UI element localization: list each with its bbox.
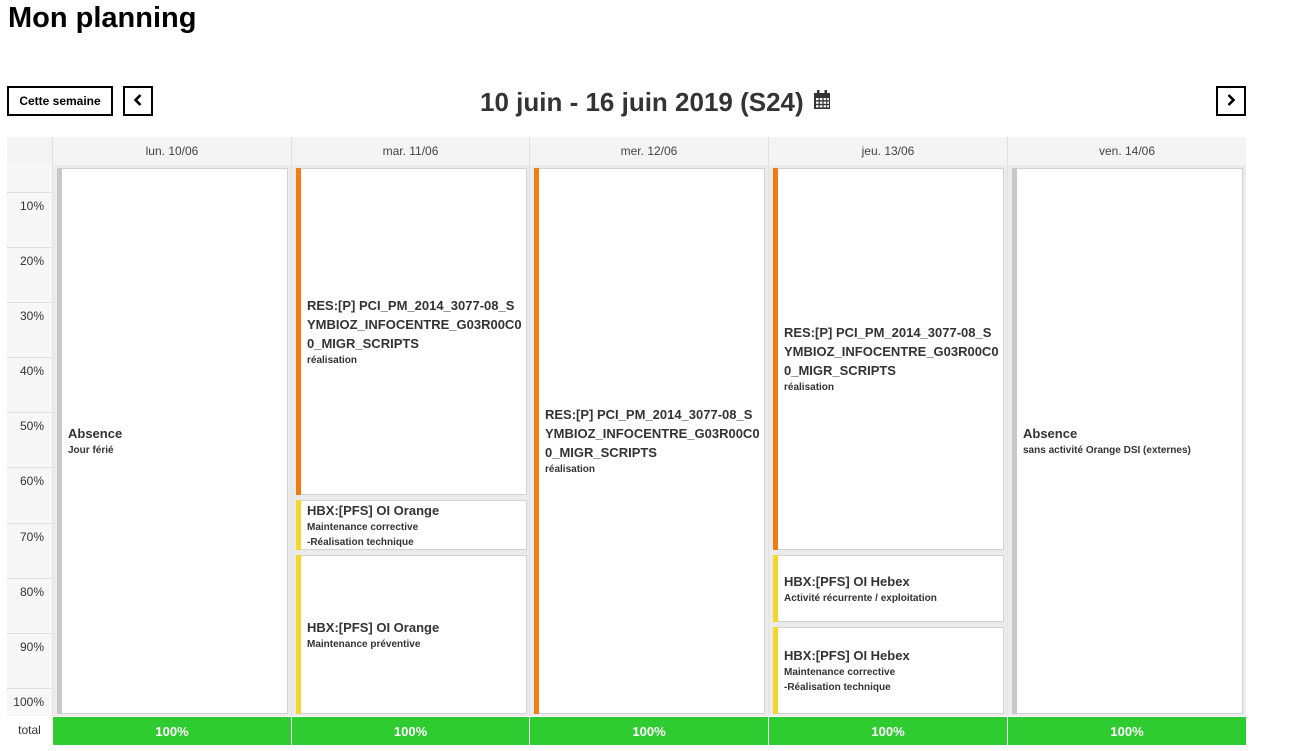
event-subtitle: Maintenance préventive bbox=[307, 638, 421, 650]
grid-line bbox=[7, 578, 52, 579]
event-title: HBX:[PFS] OI Hebex bbox=[784, 648, 910, 663]
day-column-friday: Absence sans activité Orange DSI (extern… bbox=[1007, 165, 1246, 716]
event-color-bar bbox=[296, 168, 301, 495]
percent-label: 40% bbox=[19, 364, 44, 378]
day-column-wednesday: RES:[P] PCI_PM_2014_3077-08_SYMBIOZ_INFO… bbox=[529, 165, 768, 716]
grid-line bbox=[7, 357, 52, 358]
percent-label: 80% bbox=[19, 585, 44, 599]
event-subtitle: réalisation bbox=[545, 464, 596, 475]
event-title: RES:[P] PCI_PM_2014_3077-08_SYMBIOZ_INFO… bbox=[545, 407, 760, 460]
next-week-button[interactable] bbox=[1216, 86, 1246, 116]
grid-line bbox=[7, 192, 52, 193]
grid-line bbox=[7, 523, 52, 524]
day-header-tuesday: mar. 11/06 bbox=[291, 137, 529, 165]
event-subtitle: Maintenance corrective bbox=[307, 521, 419, 533]
event-subtitle: réalisation bbox=[784, 382, 835, 393]
event-color-bar bbox=[773, 168, 778, 550]
total-row: total 100% 100% 100% 100% 100% bbox=[7, 716, 1246, 746]
planning-event[interactable]: RES:[P] PCI_PM_2014_3077-08_SYMBIOZ_INFO… bbox=[296, 168, 527, 495]
event-color-bar bbox=[773, 627, 778, 714]
chevron-right-icon bbox=[1226, 93, 1236, 109]
event-subtitle: Maintenance corrective bbox=[784, 667, 896, 678]
total-cell-thursday: 100% bbox=[768, 717, 1007, 745]
event-title: RES:[P] PCI_PM_2014_3077-08_SYMBIOZ_INFO… bbox=[784, 325, 999, 378]
event-subtitle: Activité récurrente / exploitation bbox=[784, 592, 937, 604]
event-color-bar bbox=[57, 168, 62, 714]
event-title: Absence bbox=[68, 426, 123, 441]
percent-label: 20% bbox=[19, 254, 44, 268]
event-color-bar bbox=[1012, 168, 1017, 714]
percent-label: 90% bbox=[19, 640, 44, 654]
day-header-monday: lun. 10/06 bbox=[52, 137, 291, 165]
week-title: 10 juin - 16 juin 2019 (S24) bbox=[480, 86, 804, 117]
grid-line bbox=[7, 247, 52, 248]
percent-label: 70% bbox=[19, 530, 44, 544]
grid-line bbox=[7, 467, 52, 468]
week-title-container: 10 juin - 16 juin 2019 (S24) bbox=[480, 85, 832, 119]
planning-event[interactable]: Absence Jour férié bbox=[57, 168, 288, 714]
event-title: Absence bbox=[1023, 426, 1078, 441]
event-color-bar bbox=[296, 500, 301, 550]
grid-line bbox=[7, 412, 52, 413]
day-column-thursday: RES:[P] PCI_PM_2014_3077-08_SYMBIOZ_INFO… bbox=[768, 165, 1007, 716]
calendar-icon[interactable] bbox=[812, 87, 832, 118]
total-cell-wednesday: 100% bbox=[529, 717, 768, 745]
event-title: HBX:[PFS] OI Orange bbox=[307, 502, 440, 518]
chevron-left-icon bbox=[133, 93, 143, 109]
day-column-monday: Absence Jour férié bbox=[52, 165, 291, 716]
planning-event[interactable]: HBX:[PFS] OI Hebex Activité récurrente /… bbox=[773, 555, 1004, 622]
percent-label: 50% bbox=[19, 419, 44, 433]
this-week-button[interactable]: Cette semaine bbox=[7, 86, 113, 116]
planning-event[interactable]: RES:[P] PCI_PM_2014_3077-08_SYMBIOZ_INFO… bbox=[773, 168, 1004, 550]
planning-event[interactable]: RES:[P] PCI_PM_2014_3077-08_SYMBIOZ_INFO… bbox=[534, 168, 765, 714]
planning-event[interactable]: HBX:[PFS] OI Hebex Maintenance correctiv… bbox=[773, 627, 1004, 714]
previous-week-button[interactable] bbox=[123, 86, 153, 116]
day-header-friday: ven. 14/06 bbox=[1007, 137, 1246, 165]
event-subtitle: sans activité Orange DSI (externes) bbox=[1023, 445, 1191, 456]
percent-label: 30% bbox=[19, 309, 44, 323]
event-color-bar bbox=[773, 555, 778, 622]
day-column-tuesday: RES:[P] PCI_PM_2014_3077-08_SYMBIOZ_INFO… bbox=[291, 165, 529, 716]
total-cell-friday: 100% bbox=[1007, 717, 1246, 745]
total-label: total bbox=[18, 723, 41, 737]
event-title: HBX:[PFS] OI Hebex bbox=[784, 573, 910, 589]
event-title: RES:[P] PCI_PM_2014_3077-08_SYMBIOZ_INFO… bbox=[307, 297, 522, 351]
grid-line bbox=[7, 688, 52, 689]
day-header-row: lun. 10/06 mar. 11/06 mer. 12/06 jeu. 13… bbox=[7, 137, 1246, 166]
planning-event[interactable]: HBX:[PFS] OI Orange Maintenance correcti… bbox=[296, 500, 527, 550]
event-subtitle-line2: -Réalisation technique bbox=[784, 682, 891, 693]
total-cell-monday: 100% bbox=[52, 717, 291, 745]
planning-event[interactable]: HBX:[PFS] OI Orange Maintenance préventi… bbox=[296, 555, 527, 714]
grid-line bbox=[7, 302, 52, 303]
event-color-bar bbox=[534, 168, 539, 714]
grid-line bbox=[7, 633, 52, 634]
percent-label: 100% bbox=[13, 695, 44, 709]
total-cell-tuesday: 100% bbox=[291, 717, 529, 745]
planning-grid: lun. 10/06 mar. 11/06 mer. 12/06 jeu. 13… bbox=[7, 137, 1246, 746]
day-header-wednesday: mer. 12/06 bbox=[529, 137, 768, 165]
event-color-bar bbox=[296, 555, 301, 714]
day-header-thursday: jeu. 13/06 bbox=[768, 137, 1007, 165]
planning-event[interactable]: Absence sans activité Orange DSI (extern… bbox=[1012, 168, 1243, 714]
page-title: Mon planning bbox=[8, 2, 197, 34]
percent-label: 60% bbox=[19, 474, 44, 488]
percent-label: 10% bbox=[19, 199, 44, 213]
event-subtitle: Jour férié bbox=[68, 445, 114, 456]
event-subtitle: réalisation bbox=[307, 354, 358, 366]
event-title: HBX:[PFS] OI Orange bbox=[307, 619, 440, 635]
event-subtitle-line2: -Réalisation technique bbox=[307, 536, 414, 548]
